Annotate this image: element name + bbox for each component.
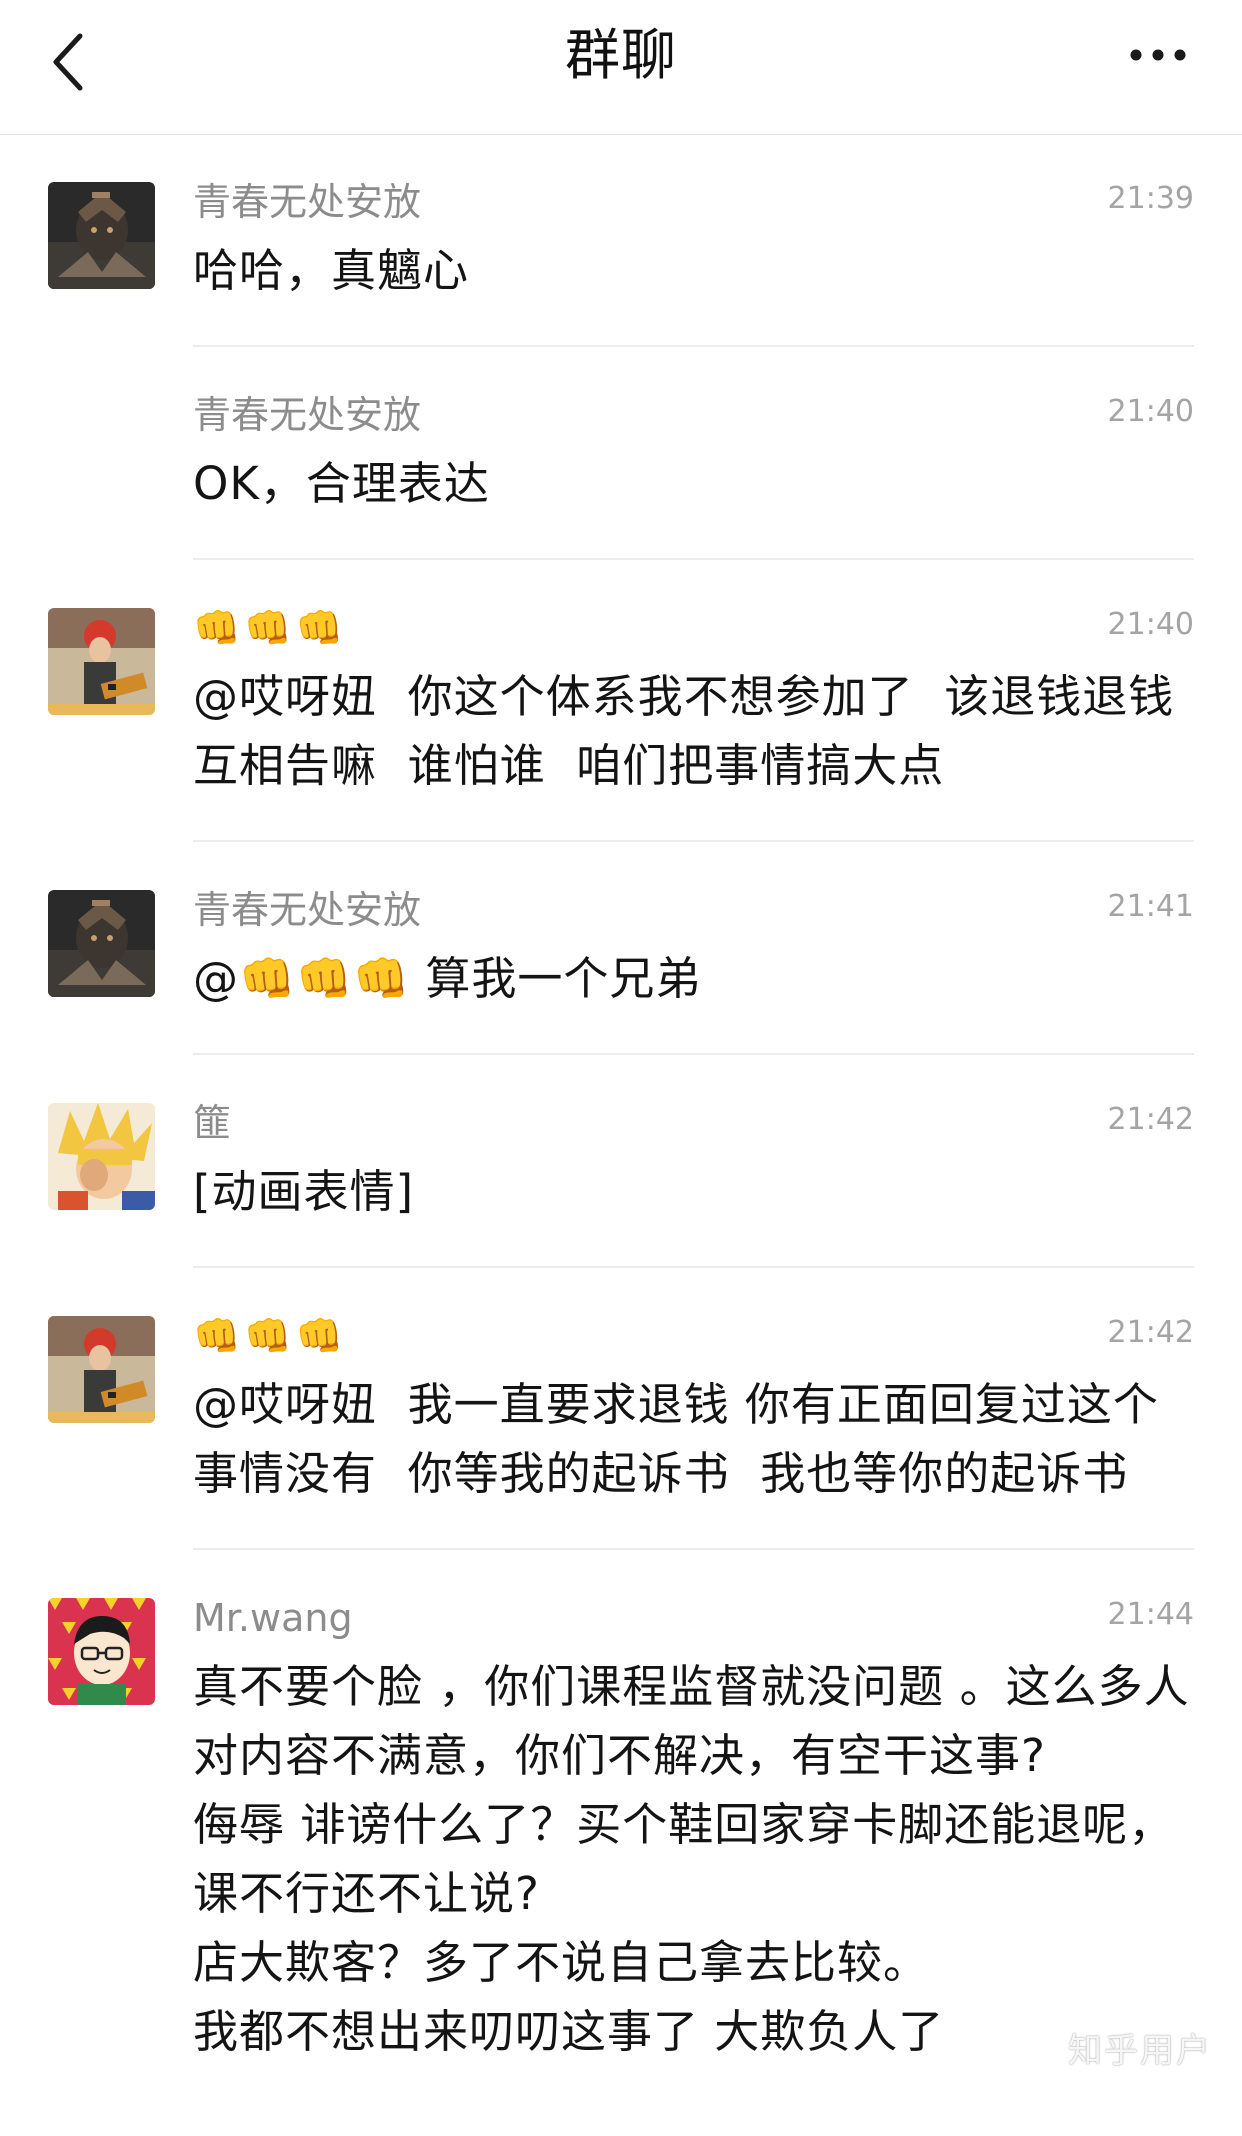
avatar[interactable] [48, 608, 155, 715]
message-text: 哈哈，真魑心 [193, 244, 470, 297]
message-item: 青春无处安放 21:39 哈哈，真魑心 [0, 134, 1242, 347]
message-time: 21:41 [1107, 889, 1194, 924]
message-time: 21:40 [1107, 394, 1194, 429]
sender-name[interactable]: 青春无处安放 [193, 174, 1194, 230]
message-time: 21:42 [1107, 1315, 1194, 1350]
message-time: 21:44 [1107, 1597, 1194, 1632]
message-time: 21:39 [1107, 181, 1194, 216]
message-text: [动画表情] [193, 1165, 415, 1218]
message-item: 青春无处安放 21:40 OK，合理表达 [0, 347, 1242, 560]
message-text: 真不要个脸 ，你们课程监督就没问题 。这么多人对内容不满意，你们不解决，有空干这… [193, 1660, 1190, 2058]
message-item: Mr.wang 21:44 真不要个脸 ，你们课程监督就没问题 。这么多人对内容… [0, 1550, 1242, 2108]
message-item: 篚 21:42 [动画表情] [0, 1055, 1242, 1268]
sender-name[interactable]: 👊👊👊 [193, 1308, 1194, 1364]
message-item: 👊👊👊 21:40 @哎呀妞 你这个体系我不想参加了 该退钱退钱 互相告嘛 谁怕… [0, 560, 1242, 842]
message-text: @哎呀妞 你这个体系我不想参加了 该退钱退钱 互相告嘛 谁怕谁 咱们把事情搞大点 [193, 670, 1205, 792]
sender-name[interactable]: Mr.wang [193, 1590, 1194, 1646]
sender-name[interactable]: 👊👊👊 [193, 600, 1194, 656]
avatar[interactable] [48, 890, 155, 997]
message-time: 21:40 [1107, 607, 1194, 642]
sender-name[interactable]: 青春无处安放 [193, 387, 1194, 443]
message-text: @哎呀妞 我一直要求退钱 你有正面回复过这个事情没有 你等我的起诉书 我也等你的… [193, 1378, 1159, 1500]
message-text: @👊👊👊 算我一个兄弟 [193, 952, 702, 1005]
avatar[interactable] [48, 1103, 155, 1210]
sender-name[interactable]: 青春无处安放 [193, 882, 1194, 938]
more-horizontal-icon [1130, 49, 1186, 61]
more-button[interactable] [1128, 40, 1188, 70]
message-text: OK，合理表达 [193, 457, 490, 510]
sender-name[interactable]: 篚 [193, 1095, 1194, 1151]
message-item: 青春无处安放 21:41 @👊👊👊 算我一个兄弟 [0, 842, 1242, 1055]
message-list[interactable]: 青春无处安放 21:39 哈哈，真魑心 青春无处安放 21:40 OK，合理表达 [0, 134, 1242, 2108]
message-item: 👊👊👊 21:42 @哎呀妞 我一直要求退钱 你有正面回复过这个事情没有 你等我… [0, 1268, 1242, 1550]
message-time: 21:42 [1107, 1102, 1194, 1137]
avatar[interactable] [48, 1316, 155, 1423]
avatar[interactable] [48, 182, 155, 289]
watermark: 知乎用户 [1068, 2031, 1212, 2071]
avatar[interactable] [48, 1598, 155, 1705]
navigation-bar: 群聊 [0, 0, 1242, 135]
page-title: 群聊 [564, 23, 677, 87]
